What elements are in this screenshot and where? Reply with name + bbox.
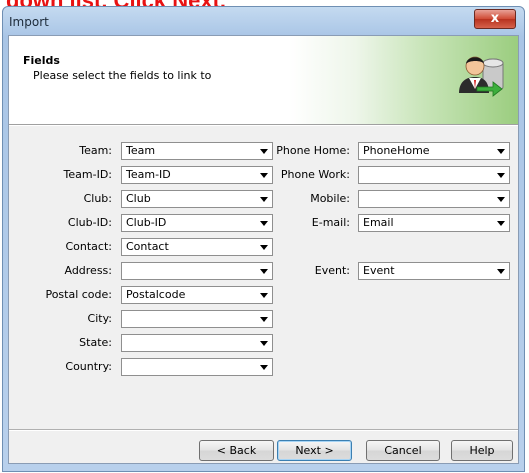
phone-home-label: Phone Home: [276,144,350,157]
close-button[interactable]: x [474,9,516,29]
mobile-label: Mobile: [310,192,350,205]
address-select[interactable] [121,262,273,280]
chevron-down-icon [497,197,505,202]
phone-home-select[interactable]: PhoneHome [358,142,510,160]
wizard-header: Fields Please select the fields to link … [9,36,518,124]
chevron-down-icon [497,149,505,154]
city-select[interactable] [121,310,273,328]
phone-work-label: Phone Work: [280,168,350,181]
chevron-down-icon [260,149,268,154]
phone-work-select[interactable] [358,166,510,184]
city-label: City: [87,312,112,325]
email-label: E-mail: [311,216,350,229]
contact-label: Contact: [65,240,112,253]
header-subtitle: Please select the fields to link to [33,69,212,82]
state-select[interactable] [121,334,273,352]
next-button[interactable]: Next > [277,440,352,461]
help-button[interactable]: Help [451,440,513,461]
header-title: Fields [23,54,60,67]
event-label: Event: [314,264,350,277]
club-select[interactable]: Club [121,190,273,208]
cancel-button[interactable]: Cancel [366,440,440,461]
state-label: State: [79,336,112,349]
club-label: Club: [83,192,112,205]
chevron-down-icon [497,221,505,226]
contact-select[interactable]: Contact [121,238,273,256]
chevron-down-icon [260,365,268,370]
team-select[interactable]: Team [121,142,273,160]
chevron-down-icon [260,269,268,274]
chevron-down-icon [260,245,268,250]
dialog-client-area: Fields Please select the fields to link … [8,35,519,464]
chevron-down-icon [260,293,268,298]
chevron-down-icon [497,173,505,178]
header-separator [9,124,518,126]
country-select[interactable] [121,358,273,376]
back-button[interactable]: < Back [199,440,274,461]
club-id-label: Club-ID: [67,216,112,229]
window-title: Import [9,15,49,29]
import-dialog: Import x Fields Please select the fields… [2,6,525,472]
postal-code-select[interactable]: Postalcode [121,286,273,304]
event-select[interactable]: Event [358,262,510,280]
user-database-icon [459,56,504,97]
chevron-down-icon [260,317,268,322]
chevron-down-icon [260,341,268,346]
club-id-select[interactable]: Club-ID [121,214,273,232]
team-id-select[interactable]: Team-ID [121,166,273,184]
email-select[interactable]: Email [358,214,510,232]
chevron-down-icon [260,197,268,202]
postal-code-label: Postal code: [45,288,112,301]
country-label: Country: [65,360,112,373]
chevron-down-icon [260,221,268,226]
chevron-down-icon [260,173,268,178]
team-id-label: Team-ID: [63,168,112,181]
team-label: Team: [79,144,112,157]
chevron-down-icon [497,269,505,274]
mobile-select[interactable] [358,190,510,208]
footer-separator [9,429,518,431]
address-label: Address: [64,264,112,277]
